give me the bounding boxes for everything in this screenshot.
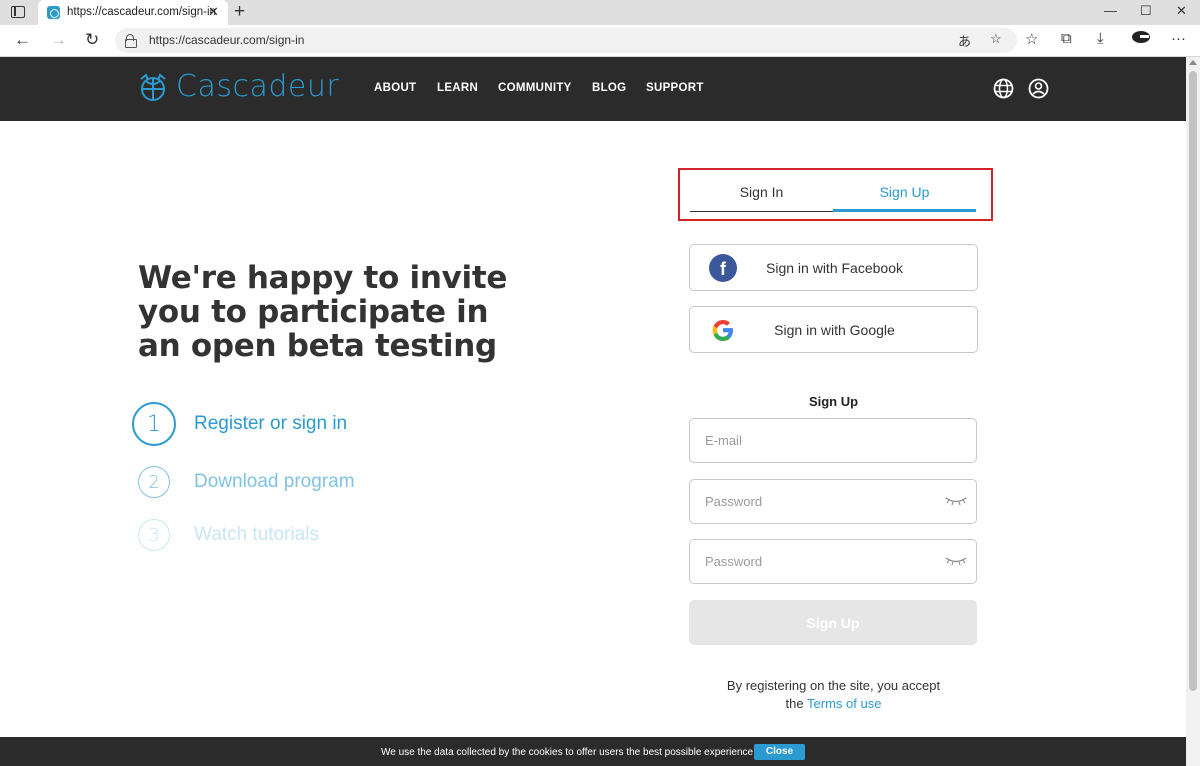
cookie-close-button[interactable]: Close bbox=[754, 744, 805, 760]
profile-icon[interactable] bbox=[1131, 30, 1151, 48]
google-signin-button[interactable]: Sign in with Google bbox=[689, 306, 978, 353]
facebook-signin-label: Sign in with Facebook bbox=[766, 260, 903, 276]
cascadeur-logo-icon bbox=[140, 73, 166, 101]
site-favicon-icon bbox=[47, 6, 60, 19]
browser-tab[interactable]: https://cascadeur.com/sign-in ✕ bbox=[38, 0, 228, 25]
user-account-icon[interactable] bbox=[1028, 78, 1049, 99]
cookie-text: We use the data collected by the cookies… bbox=[381, 747, 754, 758]
browser-tabbar: https://cascadeur.com/sign-in ✕ + — ☐ ✕ bbox=[0, 0, 1200, 25]
hero-headline: We're happy to invite you to participate… bbox=[138, 260, 508, 364]
auth-tabs: Sign In Sign Up bbox=[678, 168, 993, 221]
maximize-button[interactable]: ☐ bbox=[1140, 3, 1152, 19]
read-aloud-icon[interactable]: あ bbox=[958, 31, 971, 50]
form-title: Sign Up bbox=[808, 394, 859, 409]
nav-about[interactable]: ABOUT bbox=[374, 82, 416, 94]
tab-actions-icon[interactable] bbox=[11, 6, 25, 18]
terms-of-use-link[interactable]: Terms of use bbox=[807, 696, 881, 711]
tab-close-icon[interactable]: ✕ bbox=[208, 4, 219, 20]
browser-toolbar: ← → ↻ https://cascadeur.com/sign-in あ ☆ … bbox=[0, 25, 1200, 57]
nav-blog[interactable]: BLOG bbox=[592, 82, 626, 94]
close-window-button[interactable]: ✕ bbox=[1176, 3, 1187, 19]
tab-sign-up[interactable]: Sign Up bbox=[833, 184, 976, 212]
terms-the: the bbox=[785, 696, 804, 711]
add-favorite-icon[interactable]: ☆ bbox=[990, 31, 1002, 47]
tabs-divider bbox=[690, 211, 833, 212]
scroll-up-arrow-icon[interactable] bbox=[1189, 60, 1197, 65]
forward-button[interactable]: → bbox=[50, 30, 67, 50]
terms-prefix: By registering on the site, you accept bbox=[726, 678, 941, 693]
address-bar[interactable]: https://cascadeur.com/sign-in あ ☆ bbox=[115, 28, 1017, 53]
facebook-signin-button[interactable]: f Sign in with Facebook bbox=[689, 244, 978, 291]
step-number: 1 bbox=[132, 402, 176, 446]
logo-text: Cascadeur bbox=[176, 69, 340, 104]
scroll-thumb[interactable] bbox=[1189, 71, 1197, 691]
more-menu-icon[interactable]: ··· bbox=[1171, 30, 1186, 47]
minimize-button[interactable]: — bbox=[1104, 3, 1117, 18]
collections-icon[interactable]: ⧉ bbox=[1061, 30, 1072, 47]
step-label: Watch tutorials bbox=[194, 524, 319, 545]
nav-community[interactable]: COMMUNITY bbox=[498, 82, 572, 94]
page-scrollbar[interactable] bbox=[1186, 57, 1200, 766]
email-field[interactable] bbox=[689, 418, 977, 463]
new-tab-button[interactable]: + bbox=[234, 1, 245, 23]
language-globe-icon[interactable] bbox=[993, 78, 1014, 99]
back-button[interactable]: ← bbox=[14, 30, 31, 50]
downloads-icon[interactable]: ⤓ bbox=[1097, 30, 1104, 47]
step-number: 3 bbox=[138, 519, 170, 551]
nav-support[interactable]: SUPPORT bbox=[646, 82, 704, 94]
refresh-button[interactable]: ↻ bbox=[85, 30, 99, 50]
hide-password-icon[interactable] bbox=[945, 495, 967, 507]
google-signin-label: Sign in with Google bbox=[774, 322, 895, 338]
site-header: Cascadeur ABOUT LEARN COMMUNITY BLOG SUP… bbox=[0, 57, 1186, 121]
hide-password-icon[interactable] bbox=[945, 555, 967, 567]
cookie-banner: We use the data collected by the cookies… bbox=[0, 737, 1186, 766]
confirm-password-field[interactable] bbox=[689, 539, 977, 584]
cascadeur-logo[interactable]: Cascadeur bbox=[138, 69, 340, 107]
step-label: Download program bbox=[194, 471, 355, 492]
favorites-icon[interactable]: ☆ bbox=[1025, 30, 1038, 48]
terms-line: the Terms of use bbox=[689, 695, 978, 713]
step-label: Register or sign in bbox=[194, 413, 348, 434]
tab-title: https://cascadeur.com/sign-in bbox=[67, 6, 216, 18]
password-field[interactable] bbox=[689, 479, 977, 524]
nav-learn[interactable]: LEARN bbox=[437, 82, 478, 94]
step-number: 2 bbox=[138, 466, 170, 498]
url-text[interactable]: https://cascadeur.com/sign-in bbox=[149, 33, 304, 47]
tab-sign-in[interactable]: Sign In bbox=[690, 184, 833, 212]
active-tab-indicator bbox=[833, 209, 976, 212]
terms-notice: By registering on the site, you accept t… bbox=[689, 677, 978, 713]
lock-icon[interactable] bbox=[125, 34, 137, 48]
sign-up-submit-button[interactable]: Sign Up bbox=[689, 600, 977, 645]
